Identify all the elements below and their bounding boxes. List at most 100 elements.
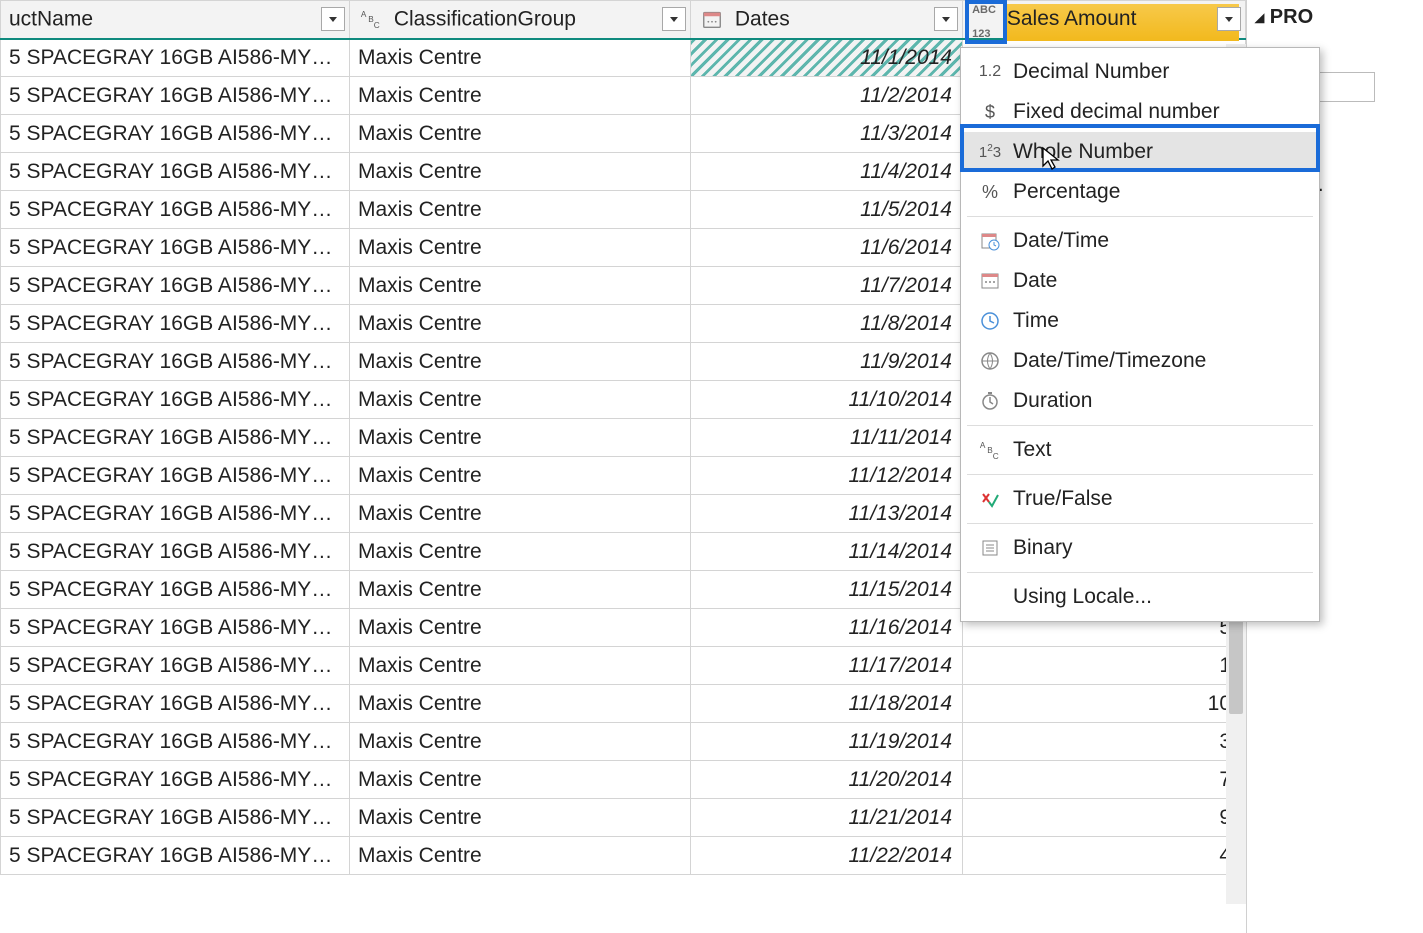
- cell-product[interactable]: 5 SPACEGRAY 16GB AI586-MYS-MG472...: [1, 381, 350, 419]
- type-menu-item-date-time[interactable]: Date/Time: [961, 221, 1319, 261]
- cell-product[interactable]: 5 SPACEGRAY 16GB AI586-MYS-MG472...: [1, 419, 350, 457]
- properties-section-header[interactable]: ◢ PRO: [1255, 0, 1423, 29]
- cell-product[interactable]: 5 SPACEGRAY 16GB AI586-MYS-MG472...: [1, 77, 350, 115]
- cell-group[interactable]: Maxis Centre: [350, 723, 691, 761]
- any-type-icon[interactable]: ABC123: [971, 7, 997, 31]
- cell-group[interactable]: Maxis Centre: [350, 495, 691, 533]
- cell-date[interactable]: 11/21/2014: [691, 799, 963, 837]
- cell-product[interactable]: 5 SPACEGRAY 16GB AI586-MYS-MG472...: [1, 571, 350, 609]
- cell-date[interactable]: 11/6/2014: [691, 229, 963, 267]
- cell-group[interactable]: Maxis Centre: [350, 837, 691, 875]
- cell-group[interactable]: Maxis Centre: [350, 343, 691, 381]
- cell-date[interactable]: 11/5/2014: [691, 191, 963, 229]
- filter-button-salesamount[interactable]: [1217, 7, 1241, 31]
- cell-product[interactable]: 5 SPACEGRAY 16GB AI586-MYS-MG472...: [1, 305, 350, 343]
- cell-date[interactable]: 11/8/2014: [691, 305, 963, 343]
- cell-group[interactable]: Maxis Centre: [350, 267, 691, 305]
- cell-group[interactable]: Maxis Centre: [350, 77, 691, 115]
- filter-button-classification[interactable]: [662, 7, 686, 31]
- cell-product[interactable]: 5 SPACEGRAY 16GB AI586-MYS-MG472...: [1, 229, 350, 267]
- cell-date[interactable]: 11/4/2014: [691, 153, 963, 191]
- cell-group[interactable]: Maxis Centre: [350, 685, 691, 723]
- cell-group[interactable]: Maxis Centre: [350, 647, 691, 685]
- cell-date[interactable]: 11/9/2014: [691, 343, 963, 381]
- cell-product[interactable]: 5 SPACEGRAY 16GB AI586-MYS-MG472...: [1, 495, 350, 533]
- cell-date[interactable]: 11/19/2014: [691, 723, 963, 761]
- cell-product[interactable]: 5 SPACEGRAY 16GB AI586-MYS-MG472...: [1, 457, 350, 495]
- cell-amount[interactable]: 7: [963, 761, 1246, 799]
- cell-product[interactable]: 5 SPACEGRAY 16GB AI586-MYS-MG472...: [1, 115, 350, 153]
- table-row[interactable]: 5 SPACEGRAY 16GB AI586-MYS-MG472...Maxis…: [1, 837, 1246, 875]
- cell-product[interactable]: 5 SPACEGRAY 16GB AI586-MYS-MG472...: [1, 267, 350, 305]
- type-menu-item-whole-number[interactable]: 123Whole Number: [961, 132, 1319, 172]
- column-header-dates[interactable]: Dates: [691, 1, 963, 39]
- cell-date[interactable]: 11/13/2014: [691, 495, 963, 533]
- cell-group[interactable]: Maxis Centre: [350, 419, 691, 457]
- table-row[interactable]: 5 SPACEGRAY 16GB AI586-MYS-MG472...Maxis…: [1, 761, 1246, 799]
- cell-date[interactable]: 11/10/2014: [691, 381, 963, 419]
- cell-product[interactable]: 5 SPACEGRAY 16GB AI586-MYS-MG472...: [1, 191, 350, 229]
- cell-group[interactable]: Maxis Centre: [350, 191, 691, 229]
- cell-date[interactable]: 11/15/2014: [691, 571, 963, 609]
- cell-product[interactable]: 5 SPACEGRAY 16GB AI586-MYS-MG472...: [1, 647, 350, 685]
- cell-date[interactable]: 11/17/2014: [691, 647, 963, 685]
- cell-date[interactable]: 11/14/2014: [691, 533, 963, 571]
- cell-date[interactable]: 11/12/2014: [691, 457, 963, 495]
- cell-group[interactable]: Maxis Centre: [350, 571, 691, 609]
- cell-group[interactable]: Maxis Centre: [350, 609, 691, 647]
- cell-product[interactable]: 5 SPACEGRAY 16GB AI586-MYS-MG472...: [1, 39, 350, 77]
- cell-group[interactable]: Maxis Centre: [350, 39, 691, 77]
- column-header-salesamount[interactable]: ABC123 Sales Amount: [963, 1, 1246, 39]
- type-menu-item-fixed-decimal-number[interactable]: $Fixed decimal number: [961, 92, 1319, 132]
- cell-amount[interactable]: 4: [963, 837, 1246, 875]
- type-menu-item-binary[interactable]: Binary: [961, 528, 1319, 568]
- filter-button-dates[interactable]: [934, 7, 958, 31]
- cell-date[interactable]: 11/22/2014: [691, 837, 963, 875]
- cell-date[interactable]: 11/1/2014: [691, 39, 963, 77]
- type-menu-item-using-locale[interactable]: Using Locale...: [961, 577, 1319, 617]
- cell-group[interactable]: Maxis Centre: [350, 457, 691, 495]
- cell-group[interactable]: Maxis Centre: [350, 305, 691, 343]
- cell-product[interactable]: 5 SPACEGRAY 16GB AI586-MYS-MG472...: [1, 533, 350, 571]
- cell-date[interactable]: 11/16/2014: [691, 609, 963, 647]
- cell-group[interactable]: Maxis Centre: [350, 381, 691, 419]
- cell-amount[interactable]: 10: [963, 685, 1246, 723]
- column-header-productname[interactable]: uctName: [1, 1, 350, 39]
- column-header-classificationgroup[interactable]: ABC ClassificationGroup: [350, 1, 691, 39]
- type-menu-item-time[interactable]: Time: [961, 301, 1319, 341]
- cell-date[interactable]: 11/11/2014: [691, 419, 963, 457]
- cell-group[interactable]: Maxis Centre: [350, 761, 691, 799]
- cell-amount[interactable]: 1: [963, 647, 1246, 685]
- cell-date[interactable]: 11/2/2014: [691, 77, 963, 115]
- type-menu-item-text[interactable]: ABCText: [961, 430, 1319, 470]
- cell-product[interactable]: 5 SPACEGRAY 16GB AI586-MYS-MG472...: [1, 153, 350, 191]
- type-menu-item-date-time-timezone[interactable]: Date/Time/Timezone: [961, 341, 1319, 381]
- cell-amount[interactable]: 9: [963, 799, 1246, 837]
- table-row[interactable]: 5 SPACEGRAY 16GB AI586-MYS-MG472...Maxis…: [1, 799, 1246, 837]
- cell-product[interactable]: 5 SPACEGRAY 16GB AI586-MYS-MG472...: [1, 761, 350, 799]
- cell-product[interactable]: 5 SPACEGRAY 16GB AI586-MYS-MG472...: [1, 343, 350, 381]
- type-menu-item-percentage[interactable]: %Percentage: [961, 172, 1319, 212]
- cell-group[interactable]: Maxis Centre: [350, 229, 691, 267]
- table-row[interactable]: 5 SPACEGRAY 16GB AI586-MYS-MG472...Maxis…: [1, 723, 1246, 761]
- cell-date[interactable]: 11/7/2014: [691, 267, 963, 305]
- cell-product[interactable]: 5 SPACEGRAY 16GB AI586-MYS-MG472...: [1, 685, 350, 723]
- cell-date[interactable]: 11/3/2014: [691, 115, 963, 153]
- cell-product[interactable]: 5 SPACEGRAY 16GB AI586-MYS-MG472...: [1, 799, 350, 837]
- type-menu-item-duration[interactable]: Duration: [961, 381, 1319, 421]
- cell-product[interactable]: 5 SPACEGRAY 16GB AI586-MYS-MG472...: [1, 609, 350, 647]
- cell-product[interactable]: 5 SPACEGRAY 16GB AI586-MYS-MG472...: [1, 723, 350, 761]
- type-menu-item-decimal-number[interactable]: 1.2Decimal Number: [961, 52, 1319, 92]
- table-row[interactable]: 5 SPACEGRAY 16GB AI586-MYS-MG472...Maxis…: [1, 685, 1246, 723]
- cell-group[interactable]: Maxis Centre: [350, 533, 691, 571]
- filter-button-productname[interactable]: [321, 7, 345, 31]
- type-menu-item-date[interactable]: Date: [961, 261, 1319, 301]
- cell-group[interactable]: Maxis Centre: [350, 153, 691, 191]
- cell-amount[interactable]: 3: [963, 723, 1246, 761]
- cell-date[interactable]: 11/18/2014: [691, 685, 963, 723]
- type-menu-item-true-false[interactable]: True/False: [961, 479, 1319, 519]
- cell-product[interactable]: 5 SPACEGRAY 16GB AI586-MYS-MG472...: [1, 837, 350, 875]
- cell-group[interactable]: Maxis Centre: [350, 115, 691, 153]
- table-row[interactable]: 5 SPACEGRAY 16GB AI586-MYS-MG472...Maxis…: [1, 647, 1246, 685]
- data-type-menu[interactable]: 1.2Decimal Number$Fixed decimal number12…: [960, 47, 1320, 622]
